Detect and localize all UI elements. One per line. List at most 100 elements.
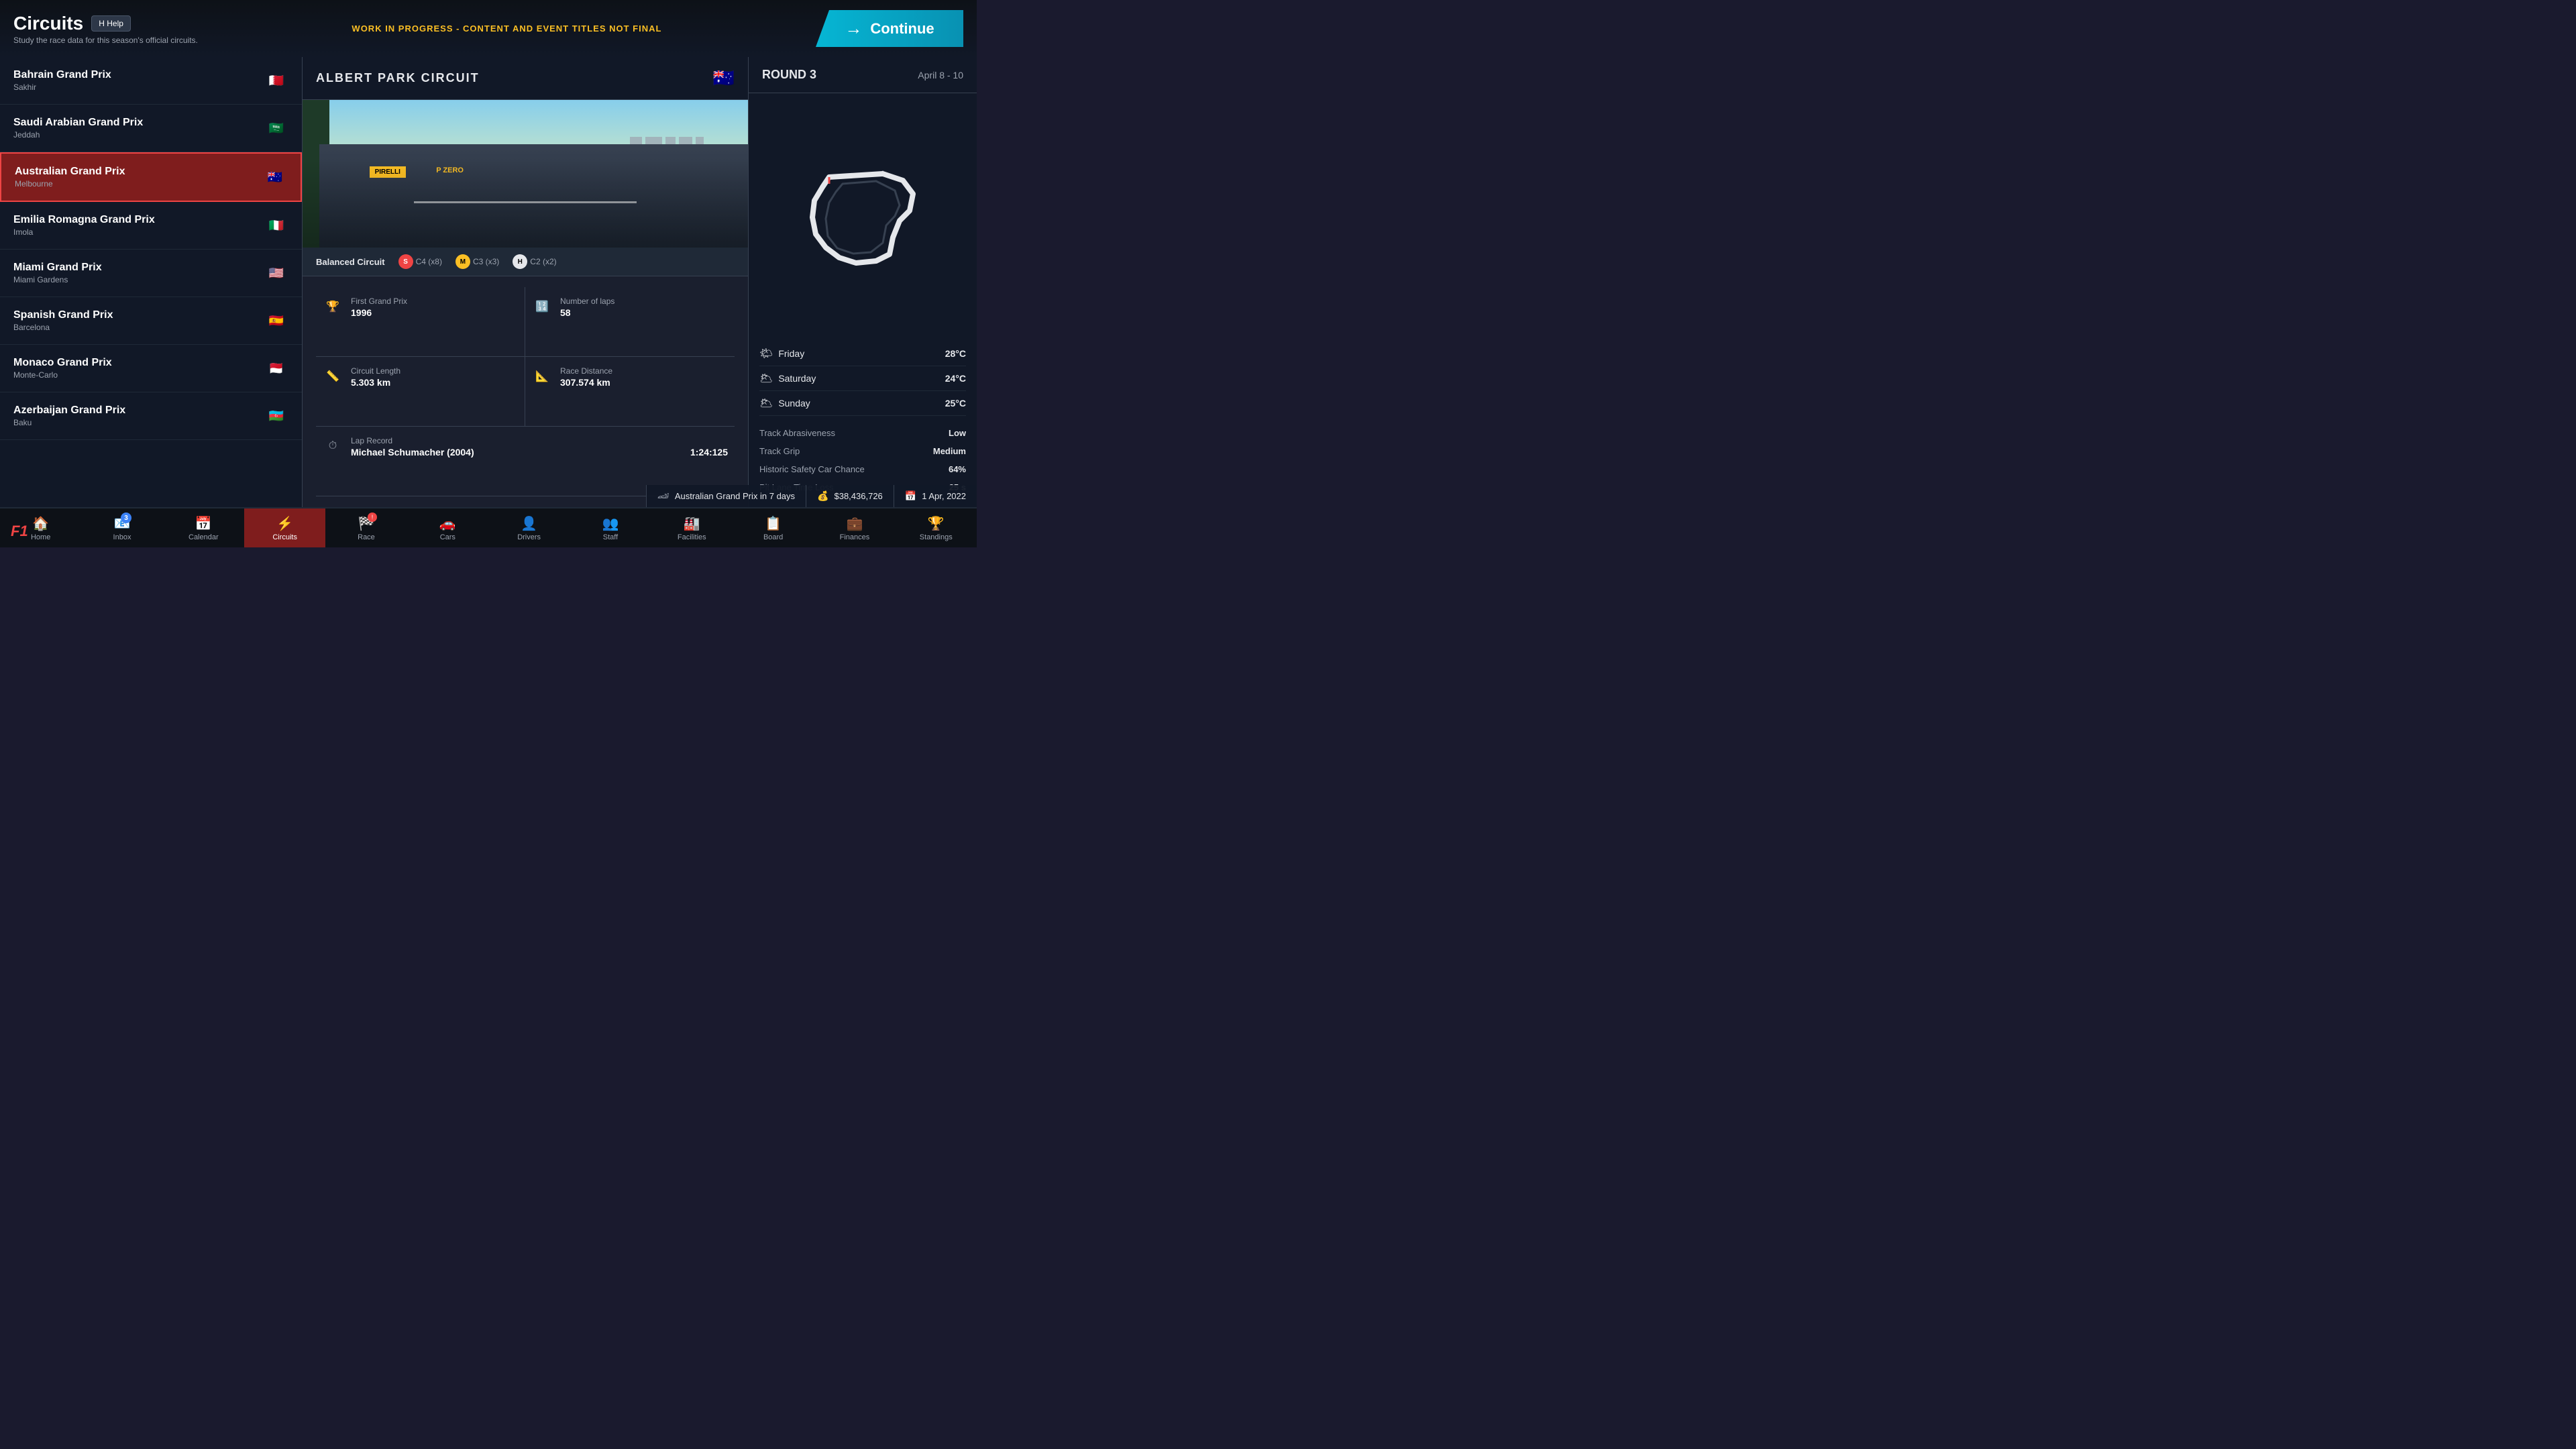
circuit-country-flag: 🇦🇺 [713,68,735,89]
nav-icon: 🏭 [684,515,700,532]
circuit-item-miami-grand-prix[interactable]: Miami Grand Prix Miami Gardens 🇺🇸 [0,250,302,297]
weather-icon: 🌥 [759,372,773,385]
distance-stat: 📐 Race Distance 307.574 km [525,357,735,427]
status-icon: 📅 [905,490,916,502]
weather-day: 🌥 Saturday [759,372,816,385]
page-header: Circuits H Help Study the race data for … [13,13,198,45]
nav-label: Race [358,533,375,541]
tyre-h-badge: H [513,254,527,269]
condition-label: Historic Safety Car Chance [759,464,865,474]
tyre-s-label: C4 (x8) [416,257,442,266]
first-gp-content: First Grand Prix 1996 [351,297,407,318]
weather-day: 🌤 Friday [759,347,804,360]
circuit-item-name: Monaco Grand Prix [13,357,112,369]
status-item: 💰 $38,436,726 [806,485,894,507]
nav-icon: 👥 [602,515,619,532]
circuit-item-saudi-arabian-grand-prix[interactable]: Saudi Arabian Grand Prix Jeddah 🇸🇦 [0,105,302,152]
status-item: 📅 1 Apr, 2022 [894,485,977,507]
nav-label: Home [31,533,50,541]
stats-grid: 🏆 First Grand Prix 1996 🔢 Number of laps… [303,276,748,507]
nav-item-cars[interactable]: 🚗 Cars [407,508,488,547]
nav-item-race[interactable]: ! 🏁 Race [325,508,407,547]
nav-item-board[interactable]: 📋 Board [733,508,814,547]
page-title: Circuits [13,13,83,34]
nav-badge-alert: ! [368,513,377,522]
title-row: Circuits H Help [13,13,198,34]
nav-icon: 💼 [846,515,863,532]
lap-record-content: Lap Record Michael Schumacher (2004) 1:2… [351,436,728,458]
nav-icon: 🚗 [439,515,456,532]
first-gp-label: First Grand Prix [351,297,407,306]
circuit-item-flag: 🇺🇸 [264,265,288,281]
circuit-item-australian-grand-prix[interactable]: Australian Grand Prix Melbourne 🇦🇺 [0,152,302,202]
nav-item-calendar[interactable]: 📅 Calendar [163,508,244,547]
round-dates: April 8 - 10 [918,70,963,80]
track-map-svg [789,157,936,278]
first-gp-icon: 🏆 [323,297,343,317]
condition-row: Track Abrasiveness Low [759,424,966,442]
laps-content: Number of laps 58 [560,297,614,318]
nav-item-standings[interactable]: 🏆 Standings [896,508,977,547]
condition-label: Track Abrasiveness [759,428,835,438]
page-subtitle: Study the race data for this season's of… [13,36,198,45]
status-icon: 🏎 [657,490,669,502]
nav-label: Inbox [113,533,131,541]
circuit-item-azerbaijan-grand-prix[interactable]: Azerbaijan Grand Prix Baku 🇦🇿 [0,392,302,440]
weather-row-saturday: 🌥 Saturday 24°C [759,366,966,391]
circuit-item-flag: 🇧🇭 [264,72,288,89]
nav-label: Drivers [517,533,541,541]
bottom-nav: F1 🏠 Home 3 📧 Inbox 📅 Calendar ⚡ Circuit… [0,507,977,547]
circuit-item-flag: 🇲🇨 [264,360,288,376]
circuit-item-spanish-grand-prix[interactable]: Spanish Grand Prix Barcelona 🇪🇸 [0,297,302,345]
circuit-item-flag: 🇦🇺 [263,169,287,185]
status-text: $38,436,726 [834,491,882,501]
nav-item-home[interactable]: 🏠 Home [0,508,81,547]
lap-record-label: Lap Record [351,436,728,445]
laps-value: 58 [560,307,614,318]
circuit-item-emilia-romagna-grand-prix[interactable]: Emilia Romagna Grand Prix Imola 🇮🇹 [0,202,302,250]
tyre-m-badge: M [455,254,470,269]
status-text: Australian Grand Prix in 7 days [675,491,795,501]
weather-day: 🌥 Sunday [759,396,810,410]
first-gp-value: 1996 [351,307,407,318]
nav-item-finances[interactable]: 💼 Finances [814,508,895,547]
status-text: 1 Apr, 2022 [922,491,966,501]
circuit-image: PIRELLI P ZERO [303,100,748,248]
nav-label: Calendar [189,533,219,541]
nav-item-drivers[interactable]: 👤 Drivers [488,508,570,547]
circuit-item-location: Jeddah [13,130,143,140]
tyre-m-label: C3 (x3) [473,257,499,266]
nav-label: Board [763,533,783,541]
condition-value: Medium [933,446,966,456]
nav-item-circuits[interactable]: ⚡ Circuits [244,508,325,547]
first-gp-stat: 🏆 First Grand Prix 1996 [316,287,525,357]
nav-item-staff[interactable]: 👥 Staff [570,508,651,547]
nav-icon: 📅 [195,515,212,532]
weather-row-friday: 🌤 Friday 28°C [759,341,966,366]
weather-icon: 🌤 [759,347,773,360]
circuit-item-bahrain-grand-prix[interactable]: Bahrain Grand Prix Sakhir 🇧🇭 [0,57,302,105]
condition-value: 64% [949,464,966,474]
nav-icon: 👤 [521,515,537,532]
status-icon: 💰 [817,490,828,502]
length-stat: 📏 Circuit Length 5.303 km [316,357,525,427]
tyre-h-label: C2 (x2) [530,257,556,266]
circuit-header-name: ALBERT PARK CIRCUIT [316,71,480,85]
condition-label: Track Grip [759,446,800,456]
circuit-item-monaco-grand-prix[interactable]: Monaco Grand Prix Monte-Carlo 🇲🇨 [0,345,302,392]
nav-item-facilities[interactable]: 🏭 Facilities [651,508,733,547]
condition-value: Low [949,428,966,438]
continue-button[interactable]: → Continue [816,10,963,47]
laps-icon: 🔢 [532,297,552,317]
nav-badge: 3 [121,513,131,523]
circuit-header: ALBERT PARK CIRCUIT 🇦🇺 [303,57,748,100]
nav-label: Cars [440,533,455,541]
help-button[interactable]: H Help [91,15,131,32]
circuit-item-name: Azerbaijan Grand Prix [13,405,125,417]
circuit-item-location: Barcelona [13,323,113,332]
circuit-item-name: Miami Grand Prix [13,262,102,274]
condition-row: Track Grip Medium [759,442,966,460]
lap-record-row: Michael Schumacher (2004) 1:24:125 [351,445,728,458]
weather-temp: 25°C [945,398,966,409]
nav-item-inbox[interactable]: 3 📧 Inbox [81,508,162,547]
